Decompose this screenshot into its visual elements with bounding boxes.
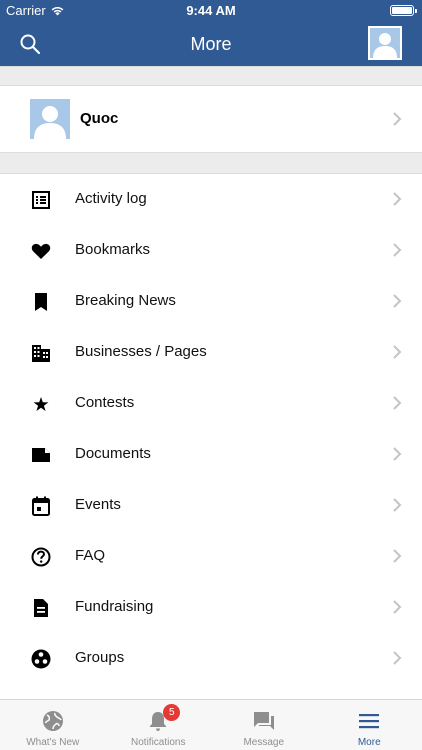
menu-item-businesses-pages[interactable]: Businesses / Pages (0, 327, 422, 378)
menu-item-contests[interactable]: Contests (0, 378, 422, 429)
menu-item-partial[interactable] (0, 684, 422, 699)
nav-bar: More (0, 22, 422, 66)
help-icon (31, 547, 51, 567)
user-avatar-icon (34, 106, 66, 139)
chevron-right-icon (393, 600, 402, 614)
bookmark-icon (35, 293, 47, 311)
menu-item-label: Groups (75, 649, 125, 666)
status-bar: Carrier 9:44 AM (0, 0, 422, 22)
menu-item-events[interactable]: Events (0, 480, 422, 531)
status-time: 9:44 AM (186, 3, 236, 18)
tab-bar: What's New 5 Notifications Message More (0, 699, 422, 750)
section-separator (0, 66, 422, 86)
chevron-right-icon (393, 294, 402, 308)
chevron-right-icon (393, 192, 402, 206)
header-avatar-button[interactable] (368, 26, 402, 60)
menu-item-label: Documents (75, 445, 151, 462)
menu-item-label: Fundraising (75, 598, 154, 615)
menu-item-label: Businesses / Pages (75, 343, 207, 360)
tab-message[interactable]: Message (211, 700, 317, 750)
chevron-right-icon (393, 345, 402, 359)
section-separator (0, 152, 422, 174)
user-avatar-icon (373, 33, 397, 58)
tab-more[interactable]: More (317, 700, 422, 750)
chevron-right-icon (393, 651, 402, 665)
menu-item-label: Bookmarks (75, 241, 151, 258)
menu-item-breaking-news[interactable]: Breaking News (0, 276, 422, 327)
star-icon (33, 397, 49, 411)
globe-icon (42, 711, 63, 731)
menu-item-faq[interactable]: FAQ (0, 531, 422, 582)
fundraising-icon (34, 599, 48, 617)
page-title: More (190, 34, 232, 54)
profile-name: Quoc (80, 110, 119, 127)
notification-badge: 5 (163, 704, 181, 721)
chevron-right-icon (393, 549, 402, 563)
menu-item-fundraising[interactable]: Fundraising (0, 582, 422, 633)
activity-log-icon (32, 191, 50, 209)
menu-item-bookmarks[interactable]: Bookmarks (0, 225, 422, 276)
menu-item-documents[interactable]: Documents (0, 429, 422, 480)
tab-label: What's New (26, 737, 80, 748)
calendar-icon (32, 496, 50, 516)
menu-item-label: FAQ (75, 547, 106, 564)
tab-whats-new[interactable]: What's New (0, 700, 106, 750)
business-icon (32, 345, 50, 362)
tab-label: More (357, 737, 381, 748)
menu-item-label: Contests (75, 394, 135, 411)
menu-icon (359, 714, 380, 729)
menu-item-label: Activity log (75, 190, 147, 207)
groups-icon (31, 649, 51, 669)
document-icon (32, 448, 50, 462)
tab-label: Notifications (131, 737, 186, 748)
menu-list: Activity log Bookmarks Breaking News Bus… (0, 174, 422, 699)
menu-item-activity-log[interactable]: Activity log (0, 174, 422, 225)
profile-row[interactable]: Quoc (0, 86, 422, 152)
profile-avatar (30, 99, 70, 139)
menu-item-label: Events (75, 496, 121, 513)
tab-label: Message (243, 737, 285, 748)
tab-notifications[interactable]: 5 Notifications (106, 700, 212, 750)
menu-item-label: Breaking News (75, 292, 176, 309)
chevron-right-icon (393, 396, 402, 410)
chevron-right-icon (393, 447, 402, 461)
chevron-right-icon (393, 112, 402, 126)
battery-icon (390, 5, 417, 16)
heart-icon (31, 243, 51, 259)
menu-item-groups[interactable]: Groups (0, 633, 422, 684)
chevron-right-icon (393, 243, 402, 257)
chevron-right-icon (393, 498, 402, 512)
chat-icon (253, 712, 274, 730)
